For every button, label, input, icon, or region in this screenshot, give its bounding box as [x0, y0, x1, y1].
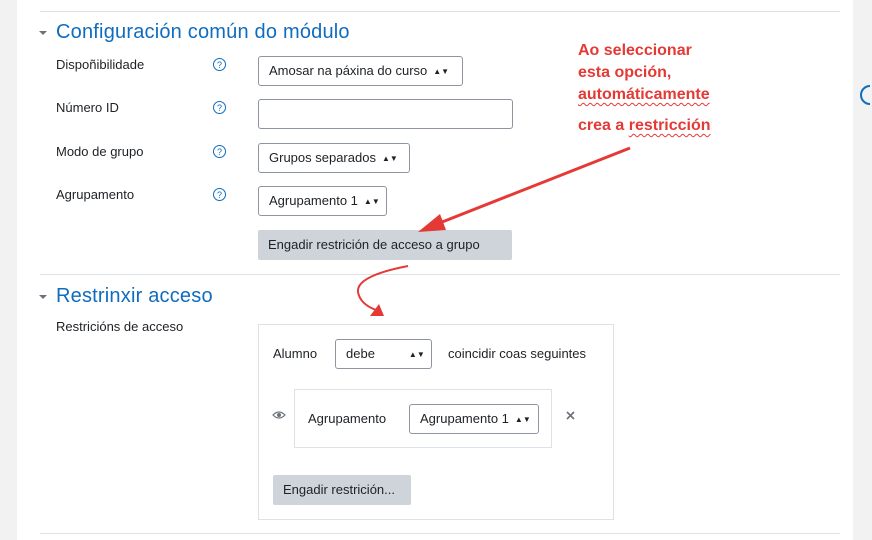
annotation-arrows [356, 146, 631, 316]
curved-arrow-line [356, 265, 409, 311]
straight-arrow-head [418, 214, 446, 232]
straight-arrow-line [431, 146, 631, 228]
curved-arrow-head [370, 304, 384, 316]
